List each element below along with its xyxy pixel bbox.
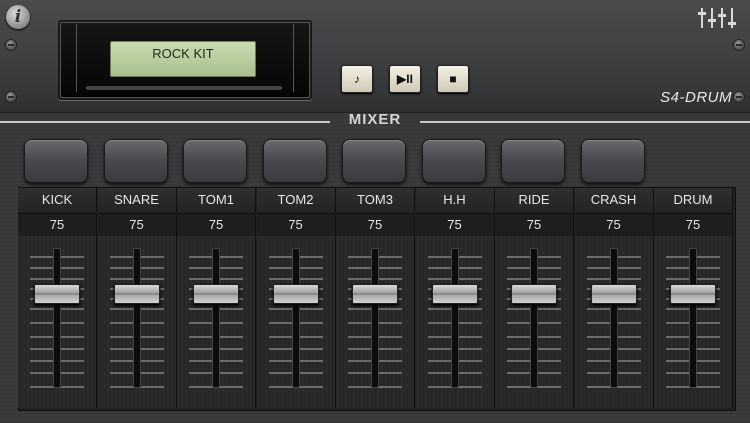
fader-slot (291, 248, 300, 388)
channel-name: TOM2 (256, 188, 336, 212)
fader-knob[interactable] (590, 283, 637, 304)
drum-pad-5[interactable] (342, 139, 406, 183)
channel-name: H.H (415, 188, 495, 212)
channel-name: RIDE (495, 188, 574, 212)
channel-value: 75 (256, 213, 336, 236)
channel-name: TOM1 (177, 188, 256, 212)
play-pause-button[interactable]: ▶II (389, 65, 421, 93)
channel-name: CRASH (574, 188, 654, 212)
drum-pad-3[interactable] (183, 139, 247, 183)
note-button[interactable]: ♪ (341, 65, 373, 93)
fader-slot (371, 248, 379, 388)
screw-icon (6, 40, 16, 50)
channel-value: 75 (97, 213, 177, 236)
faders-icon[interactable] (698, 6, 742, 30)
fader-slot (132, 248, 141, 388)
screw-icon (734, 92, 744, 102)
fader-knob[interactable] (113, 283, 160, 304)
fader-track-kick (18, 236, 97, 408)
drum-pad-8[interactable] (580, 139, 645, 183)
fader-knob[interactable] (431, 283, 478, 304)
drum-pad-1[interactable] (24, 139, 88, 183)
channel-name: TOM3 (336, 188, 415, 212)
channel-name: DRUM (654, 188, 733, 212)
channel-value: 75 (495, 213, 574, 236)
channel-value: 75 (574, 213, 654, 236)
brand-label: S4-DRUM (660, 89, 732, 106)
fader-track-crash (574, 236, 654, 408)
lcd-slot (86, 86, 282, 90)
kit-name-display[interactable]: ROCK KIT (110, 41, 256, 77)
fader-slot (450, 248, 459, 388)
fader-slot (689, 248, 697, 388)
fader-slot (53, 248, 61, 388)
channel-value: 75 (415, 213, 495, 236)
drum-pad-2[interactable] (103, 139, 168, 183)
lcd-display: ROCK KIT (58, 20, 312, 100)
fader-knob[interactable] (34, 283, 80, 304)
fader-track-h.h (415, 236, 495, 408)
stop-button[interactable]: ■ (437, 65, 469, 93)
channel-value: 75 (336, 213, 415, 236)
fader-slot (609, 248, 618, 388)
fader-track-snare (97, 236, 177, 408)
fader-track-ride (495, 236, 574, 408)
channel-name: KICK (18, 188, 97, 212)
drum-pad-6[interactable] (421, 139, 486, 183)
drum-pad-7[interactable] (501, 139, 565, 183)
fader-slot (530, 248, 538, 388)
fader-track-tom1 (177, 236, 256, 408)
mixer-divider-right (420, 121, 750, 123)
fader-knob[interactable] (670, 283, 716, 304)
fader-knob[interactable] (193, 283, 239, 304)
channel-value: 75 (177, 213, 256, 236)
channel-name: SNARE (97, 188, 177, 212)
mixer-divider-left (0, 121, 330, 123)
fader-track-tom2 (256, 236, 336, 408)
fader-track-drum (654, 236, 733, 408)
screw-icon (734, 40, 744, 50)
channel-value: 75 (18, 213, 97, 236)
info-icon[interactable]: i (6, 5, 30, 29)
fader-slot (212, 248, 220, 388)
channel-value: 75 (654, 213, 733, 236)
mixer-title: MIXER (348, 111, 402, 128)
drum-pad-4[interactable] (262, 139, 327, 183)
fader-knob[interactable] (272, 283, 319, 304)
screw-icon (6, 92, 16, 102)
fader-knob[interactable] (511, 283, 557, 304)
fader-knob[interactable] (352, 283, 398, 304)
fader-track-tom3 (336, 236, 415, 408)
